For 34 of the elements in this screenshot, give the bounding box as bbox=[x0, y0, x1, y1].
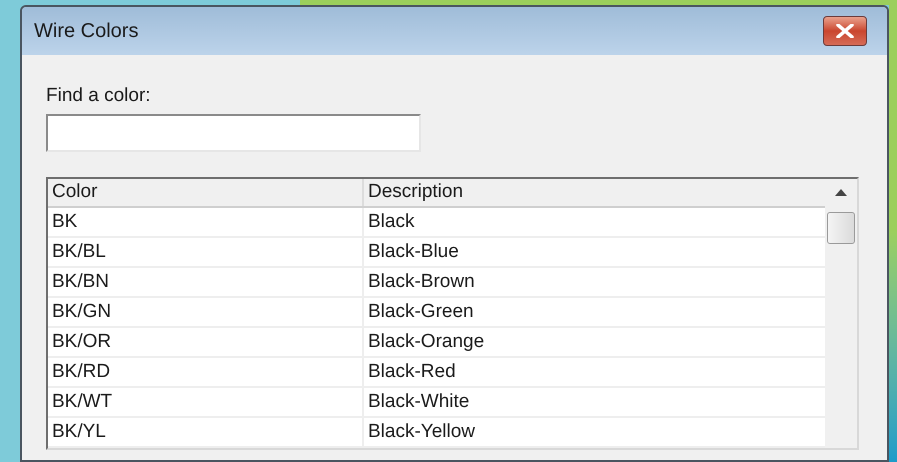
table-row[interactable]: BK/BN Black-Brown bbox=[48, 268, 825, 298]
close-icon bbox=[836, 24, 854, 38]
table-cell-text: Black-Orange bbox=[367, 330, 486, 354]
table-row[interactable]: BK/WT Black-White bbox=[48, 388, 825, 418]
search-label: Find a color: bbox=[46, 85, 152, 107]
table-row[interactable]: BK/BL Black-Blue bbox=[48, 238, 825, 268]
search-field[interactable] bbox=[46, 114, 421, 152]
table-cell: BK/OR bbox=[48, 328, 364, 356]
table-row[interactable]: BK/RD Black-Red bbox=[48, 358, 825, 388]
table-cell-text: Black bbox=[367, 210, 416, 234]
table-row[interactable]: BK/YL Black-Yellow bbox=[48, 418, 825, 448]
table-cell-text: Black-Red bbox=[367, 360, 457, 384]
table-row[interactable]: BK/OR Black-Orange bbox=[48, 328, 825, 358]
table-cell: BK/BL bbox=[48, 238, 364, 266]
column-header[interactable]: Description bbox=[364, 179, 825, 206]
table-cell: BK/BN bbox=[48, 268, 364, 296]
close-button[interactable] bbox=[823, 16, 867, 46]
table-cell-text: Black-Yellow bbox=[367, 420, 476, 444]
table-cell-text: Black-Blue bbox=[367, 240, 460, 264]
scroll-up-icon[interactable] bbox=[835, 189, 847, 196]
scroll-thumb[interactable] bbox=[827, 212, 855, 244]
column-header[interactable]: Color bbox=[48, 179, 364, 206]
window-title: Wire Colors bbox=[34, 19, 138, 44]
scrollbar[interactable] bbox=[825, 179, 857, 448]
table-cell: BK/GN bbox=[48, 298, 364, 326]
table-cell: BK bbox=[48, 208, 364, 236]
table-cell: BK/YL bbox=[48, 418, 364, 446]
table-row[interactable]: BK/GN Black-Green bbox=[48, 298, 825, 328]
table-cell-text: Black-Green bbox=[367, 300, 475, 324]
table-cell: BK/RD bbox=[48, 358, 364, 386]
table-cell-text: Black-White bbox=[367, 390, 470, 414]
table-cell: BK/WT bbox=[48, 388, 364, 416]
table-cell-text: Black-Brown bbox=[367, 270, 476, 294]
table-row[interactable]: BK Black bbox=[48, 208, 825, 238]
